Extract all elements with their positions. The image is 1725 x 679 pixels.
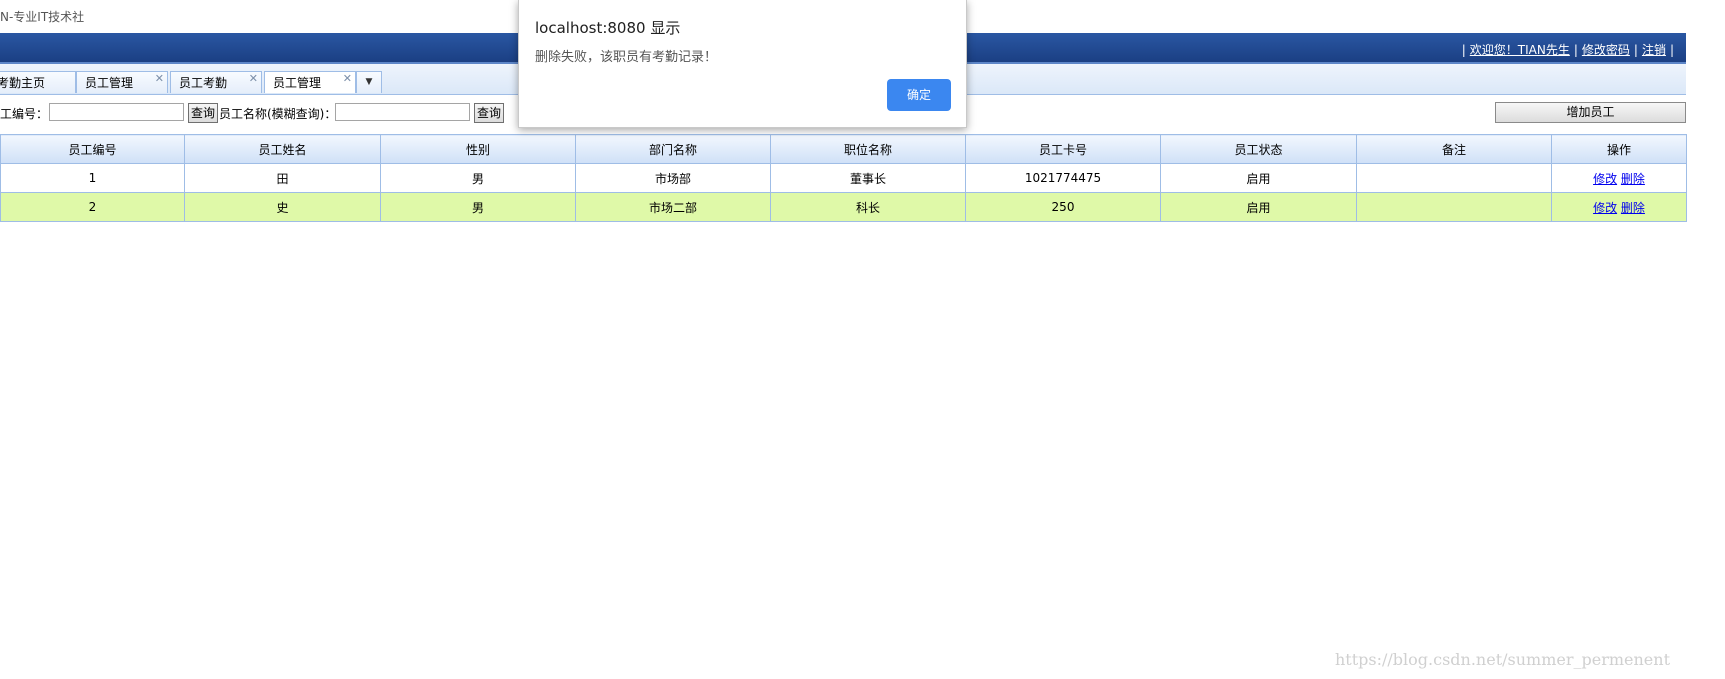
column-header: 职位名称 xyxy=(770,134,966,164)
header-separator: | xyxy=(1461,43,1466,57)
employee-table: 员工编号 员工姓名 性别 部门名称 职位名称 员工卡号 员工状态 备注 操作 1… xyxy=(0,134,1687,222)
table-row: 2 史 男 市场二部 科长 250 启用 修改 删除 xyxy=(0,192,1687,222)
chevron-down-icon: ▼ xyxy=(365,77,373,87)
cell-card-number: 250 xyxy=(965,192,1161,222)
column-header: 员工状态 xyxy=(1160,134,1357,164)
cell-employee-name: 史 xyxy=(184,192,381,222)
edit-link[interactable]: 修改 xyxy=(1593,172,1617,186)
column-header: 备注 xyxy=(1356,134,1552,164)
employee-name-input[interactable] xyxy=(335,103,470,121)
cell-department: 市场二部 xyxy=(575,192,771,222)
edit-link[interactable]: 修改 xyxy=(1593,201,1617,215)
column-header: 员工编号 xyxy=(0,134,185,164)
tab-employee-management[interactable]: 员工管理 ✕ xyxy=(76,71,168,93)
tab-label: 员工管理 xyxy=(273,76,322,90)
column-header: 操作 xyxy=(1551,134,1687,164)
cell-status: 启用 xyxy=(1160,192,1357,222)
delete-link[interactable]: 删除 xyxy=(1621,172,1645,186)
delete-link[interactable]: 删除 xyxy=(1621,201,1645,215)
employee-id-input[interactable] xyxy=(49,103,184,121)
close-icon[interactable]: ✕ xyxy=(343,68,352,90)
cell-status: 启用 xyxy=(1160,163,1357,193)
cell-remark xyxy=(1356,192,1552,222)
query-name-button[interactable]: 查询 xyxy=(474,103,505,123)
employee-name-label: 员工名称(模糊查询)： xyxy=(219,107,337,121)
cell-position: 科长 xyxy=(770,192,966,222)
cell-gender: 男 xyxy=(380,163,576,193)
cell-position: 董事长 xyxy=(770,163,966,193)
tab-dropdown-button[interactable]: ▼ xyxy=(356,71,382,93)
column-header: 性别 xyxy=(380,134,576,164)
tab-attendance-home[interactable]: 考勤主页 xyxy=(0,71,76,93)
watermark: https://blog.csdn.net/summer_permenent xyxy=(1335,650,1670,669)
cell-gender: 男 xyxy=(380,192,576,222)
cell-employee-id: 2 xyxy=(0,192,185,222)
add-employee-button[interactable]: 增加员工 xyxy=(1495,102,1686,123)
cell-department: 市场部 xyxy=(575,163,771,193)
cell-card-number: 1021774475 xyxy=(965,163,1161,193)
cell-actions: 修改 删除 xyxy=(1551,192,1687,222)
column-header: 部门名称 xyxy=(575,134,771,164)
close-icon[interactable]: ✕ xyxy=(249,68,258,90)
header-links: | 欢迎您！TIAN先生 | 修改密码 | 注销 | xyxy=(1458,41,1678,58)
tab-label: 考勤主页 xyxy=(0,76,46,90)
table-row: 1 田 男 市场部 董事长 1021774475 启用 修改 删除 xyxy=(0,163,1687,193)
tab-label: 员工管理 xyxy=(85,76,134,90)
table-header-row: 员工编号 员工姓名 性别 部门名称 职位名称 员工卡号 员工状态 备注 操作 xyxy=(0,134,1687,164)
close-icon[interactable]: ✕ xyxy=(155,68,164,90)
dialog-message: 删除失败，该职员有考勤记录！ xyxy=(535,50,718,65)
cell-employee-name: 田 xyxy=(184,163,381,193)
dialog-ok-button[interactable]: 确定 xyxy=(887,79,951,111)
tab-employee-attendance[interactable]: 员工考勤 ✕ xyxy=(170,71,262,93)
column-header: 员工姓名 xyxy=(184,134,381,164)
cell-actions: 修改 删除 xyxy=(1551,163,1687,193)
logout-link[interactable]: 注销 xyxy=(1642,43,1666,57)
header-separator: | xyxy=(1573,43,1578,57)
cell-remark xyxy=(1356,163,1552,193)
query-button[interactable]: 查询 xyxy=(188,103,219,123)
change-password-link[interactable]: 修改密码 xyxy=(1582,43,1630,57)
header-separator: | xyxy=(1669,43,1674,57)
alert-dialog: localhost:8080 显示 删除失败，该职员有考勤记录！ 确定 xyxy=(518,0,967,128)
cell-employee-id: 1 xyxy=(0,163,185,193)
tab-employee-management-active[interactable]: 员工管理 ✕ xyxy=(264,71,356,93)
column-header: 员工卡号 xyxy=(965,134,1161,164)
dialog-title: localhost:8080 显示 xyxy=(535,19,681,37)
page-title: N-专业IT技术社 xyxy=(0,10,85,24)
employee-id-label: 工编号： xyxy=(0,107,49,121)
tab-label: 员工考勤 xyxy=(179,76,228,90)
welcome-link[interactable]: 欢迎您！TIAN先生 xyxy=(1470,43,1570,57)
header-separator: | xyxy=(1633,43,1638,57)
